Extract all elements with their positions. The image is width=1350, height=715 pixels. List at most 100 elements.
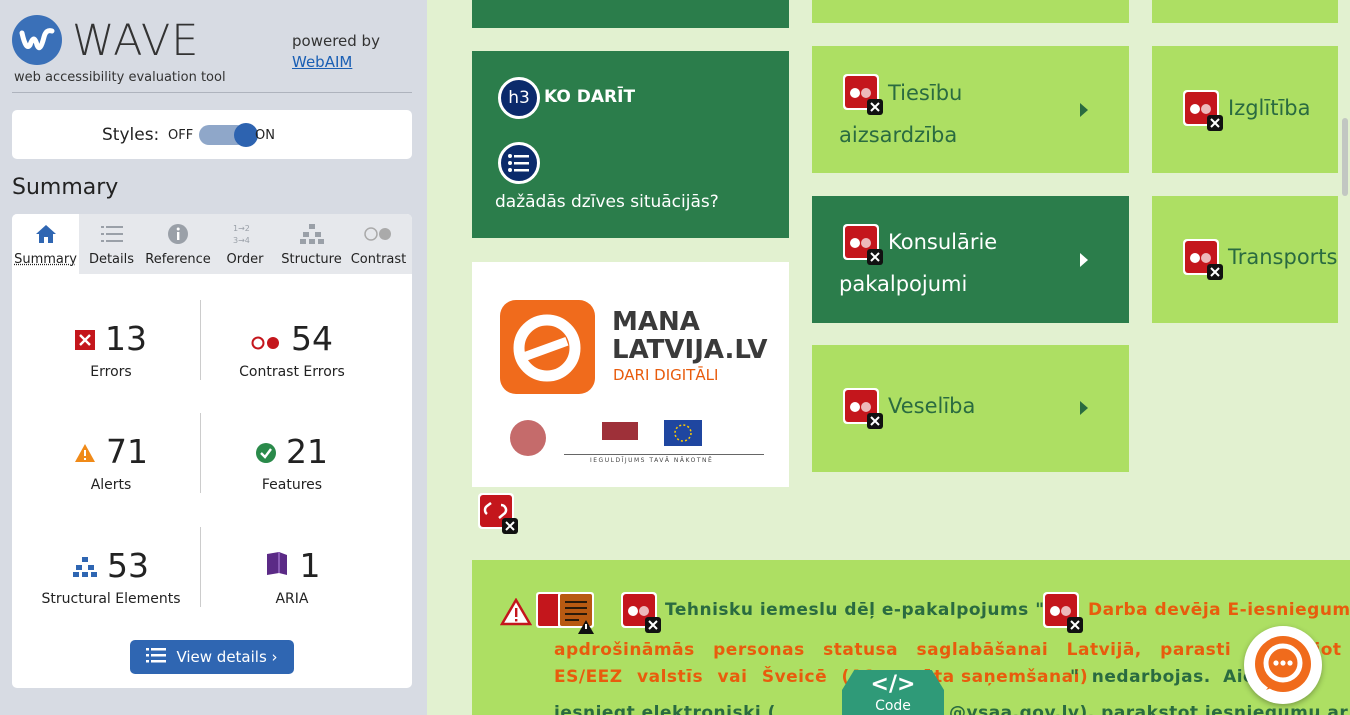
tab-order[interactable]: 1→2 3→4 Order (212, 214, 278, 274)
chevron-right-icon (1080, 401, 1088, 415)
features-label: Features (261, 477, 323, 493)
image-error-icon[interactable] (842, 73, 884, 115)
chat-widget-button[interactable] (1244, 626, 1322, 704)
konsularie-line2: pakalpojumi (839, 272, 968, 296)
features-stat[interactable]: 21 Features (197, 432, 387, 493)
view-details-button[interactable]: View details › (130, 640, 294, 674)
errors-stat[interactable]: 13 Errors (16, 319, 206, 380)
errors-label: Errors (90, 364, 132, 380)
wave-tabs: Summary Details Reference 1→2 3→4 Order S… (12, 214, 412, 274)
error-icon (75, 319, 95, 358)
contrast-errors-stat[interactable]: 54 Contrast Errors (197, 319, 387, 380)
notice-link-cont[interactable]: apdrošināmās personas statusa saglabāšan… (554, 640, 1350, 660)
tiesibu-line1: Tiesību (888, 81, 963, 105)
chevron-right-icon (1080, 253, 1088, 267)
svg-text:1→2: 1→2 (233, 224, 250, 233)
contrast-error-icon (251, 319, 281, 358)
notice-link-line3b[interactable]: āta saņemšanai) (922, 667, 1088, 687)
summary-panel: Summary Details Reference 1→2 3→4 Order S… (12, 214, 412, 688)
styles-toggle-box: Styles: OFF ON (12, 110, 412, 159)
tile-tiesibu[interactable]: Tiesību aizsardzība (812, 46, 1129, 173)
structural-label: Structural Elements (41, 591, 181, 607)
ko-darit-heading: KO DARĪT (544, 87, 636, 107)
image-alert-icon[interactable] (534, 590, 600, 640)
wave-logo-icon (12, 15, 62, 65)
wave-sidebar: WAVE web accessibility evaluation tool p… (0, 0, 427, 715)
info-icon (144, 223, 212, 245)
top-light-tile-right[interactable] (1152, 0, 1338, 23)
tab-label: Contrast (350, 252, 407, 267)
image-error-icon[interactable] (1182, 89, 1224, 131)
aria-label: ARIA (275, 591, 309, 607)
summary-heading: Summary (12, 175, 119, 200)
styles-on-label: ON (255, 128, 275, 143)
page-scrollbar[interactable] (1342, 118, 1348, 196)
sidebar-divider (12, 92, 412, 93)
transports-label: Transports (1228, 245, 1338, 269)
ad-line2: LATVIJA.LV (612, 335, 768, 365)
contrast-errors-count: 54 (291, 319, 333, 358)
structure-hierarchy-icon (73, 546, 97, 585)
code-label: Code (875, 698, 911, 714)
veseliba-label: Veselība (888, 394, 976, 418)
styles-off-label: OFF (168, 128, 194, 143)
styles-label: Styles: (102, 125, 160, 145)
notice-link-part[interactable]: Darba devēja E-iesniegums (1088, 600, 1350, 620)
top-light-tile[interactable] (812, 0, 1129, 23)
feature-check-icon (256, 432, 276, 471)
ad-footer: IEGULDĪJUMS TAVĀ NĀKOTNĒ (590, 457, 714, 464)
izglitiba-label: Izglītība (1228, 96, 1311, 120)
tile-izglitiba[interactable]: Izglītība (1152, 46, 1338, 173)
wave-tagline: web accessibility evaluation tool (14, 70, 226, 85)
image-error-icon[interactable] (842, 387, 884, 429)
image-error-icon[interactable] (620, 591, 662, 633)
aria-stat[interactable]: 1 ARIA (197, 546, 387, 607)
notice-part1: Tehnisku iemeslu dēļ e-pakalpojums " (665, 600, 1045, 620)
ko-darit-tile[interactable]: h3 KO DARĪT dažādās dzīves situācijās? (472, 51, 789, 238)
alerts-stat[interactable]: 71 Alerts (16, 432, 206, 493)
image-error-icon[interactable] (1042, 591, 1084, 633)
tab-label: Structure (281, 252, 342, 267)
view-details-label: View details › (176, 648, 278, 666)
latvia-flag-icon (602, 422, 638, 440)
ad-line1: MANA (612, 307, 700, 337)
tab-label: Summary (14, 252, 77, 267)
contrast-errors-label: Contrast Errors (239, 364, 345, 380)
tile-veseliba[interactable]: Veselība (812, 345, 1129, 472)
tab-reference[interactable]: Reference (144, 214, 212, 274)
tab-contrast[interactable]: Contrast (345, 214, 412, 274)
manalatvija-banner[interactable]: MANA LATVIJA.LV DARI DIGITĀLI IEGULDĪJUM… (472, 262, 789, 487)
notice-line4b: @vsaa.gov.lv), parakstot iesniegumu ar e (949, 703, 1350, 715)
image-error-icon[interactable] (1182, 238, 1224, 280)
tile-konsularie[interactable]: Konsulārie pakalpojumi (812, 196, 1129, 323)
features-count: 21 (286, 432, 328, 471)
structural-stat[interactable]: 53 Structural Elements (16, 546, 206, 607)
code-toggle-button[interactable]: </> Code (842, 670, 944, 715)
order-icon: 1→2 3→4 (212, 223, 278, 245)
structural-count: 53 (107, 546, 149, 585)
image-error-icon[interactable] (842, 223, 884, 265)
latvia-coat-of-arms-icon (510, 420, 546, 456)
list-icon (146, 647, 167, 667)
tab-label: Details (88, 252, 135, 267)
wave-logo-text: WAVE (72, 16, 200, 66)
alerts-count: 71 (106, 432, 148, 471)
errors-count: 13 (105, 319, 147, 358)
broken-link-error-icon[interactable] (477, 492, 519, 534)
konsularie-line1: Konsulārie (888, 230, 998, 254)
tile-transports[interactable]: Transports (1152, 196, 1338, 323)
tab-structure[interactable]: Structure (278, 214, 345, 274)
list-icon (79, 223, 144, 245)
webaim-link[interactable]: WebAIM (292, 53, 352, 71)
top-dark-tile[interactable] (472, 0, 789, 28)
tiesibu-line2: aizsardzība (839, 123, 958, 147)
contrast-icon (345, 223, 412, 245)
tab-details[interactable]: Details (79, 214, 144, 274)
h3-heading-icon: h3 (498, 77, 540, 119)
code-brackets-icon: </> (870, 672, 916, 697)
alert-icon (74, 432, 96, 471)
home-icon (12, 223, 79, 245)
notice-line4: iesniegt elektroniski ( (554, 703, 776, 715)
tab-summary[interactable]: Summary (12, 214, 79, 274)
ad-divider (564, 454, 764, 455)
